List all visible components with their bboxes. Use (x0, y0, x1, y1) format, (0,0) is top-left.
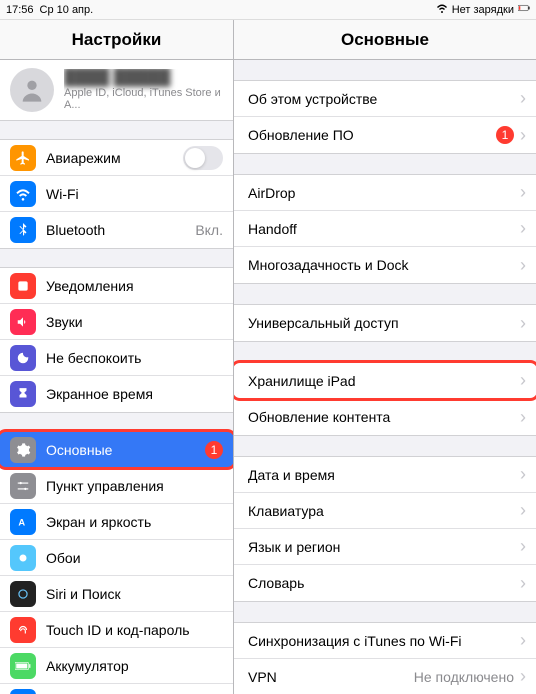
chevron-right-icon: › (520, 182, 526, 203)
datetime-row[interactable]: Дата и время› (234, 457, 536, 493)
battery-status: Нет зарядки (452, 4, 514, 16)
airplane-row[interactable]: Авиарежим (0, 140, 233, 176)
detail-pane: Основные Об этом устройстве› Обновление … (234, 20, 536, 694)
bluetooth-row[interactable]: Bluetooth Вкл. (0, 212, 233, 248)
status-bar: 17:56 Ср 10 апр. Нет зарядки (0, 0, 536, 20)
hourglass-icon (10, 381, 36, 407)
sidebar-header: Настройки (0, 20, 233, 60)
chevron-right-icon: › (520, 407, 526, 428)
sounds-icon (10, 309, 36, 335)
chevron-right-icon: › (520, 666, 526, 687)
hand-icon (10, 689, 36, 694)
svg-text:A: A (18, 517, 25, 527)
dictionary-row[interactable]: Словарь› (234, 565, 536, 601)
background-refresh-row[interactable]: Обновление контента› (234, 399, 536, 435)
status-date: Ср 10 апр. (40, 4, 94, 16)
sidebar: Настройки ████ █████ Apple ID, iCloud, i… (0, 20, 234, 694)
about-row[interactable]: Об этом устройстве› (234, 81, 536, 117)
gear-icon (10, 437, 36, 463)
software-update-row[interactable]: Обновление ПО1› (234, 117, 536, 153)
airdrop-row[interactable]: AirDrop› (234, 175, 536, 211)
display-icon: A (10, 509, 36, 535)
siri-row[interactable]: Siri и Поиск (0, 576, 233, 612)
chevron-right-icon: › (520, 630, 526, 651)
wifi-icon (10, 181, 36, 207)
airplane-toggle[interactable] (183, 146, 223, 170)
avatar-icon (10, 68, 54, 112)
screentime-row[interactable]: Экранное время (0, 376, 233, 412)
airplane-icon (10, 145, 36, 171)
chevron-right-icon: › (520, 500, 526, 521)
profile-name: ████ █████ (64, 69, 223, 87)
notifications-icon (10, 273, 36, 299)
battery-icon (518, 2, 530, 17)
keyboard-row[interactable]: Клавиатура› (234, 493, 536, 529)
chevron-right-icon: › (520, 218, 526, 239)
siri-icon (10, 581, 36, 607)
chevron-right-icon: › (520, 125, 526, 146)
handoff-row[interactable]: Handoff› (234, 211, 536, 247)
dnd-row[interactable]: Не беспокоить (0, 340, 233, 376)
wifi-icon (436, 2, 448, 17)
sliders-icon (10, 473, 36, 499)
detail-header: Основные (234, 20, 536, 60)
moon-icon (10, 345, 36, 371)
itunes-wifi-sync-row[interactable]: Синхронизация с iTunes по Wi-Fi› (234, 623, 536, 659)
chevron-right-icon: › (520, 313, 526, 334)
control-center-row[interactable]: Пункт управления (0, 468, 233, 504)
battery-row[interactable]: Аккумулятор (0, 648, 233, 684)
display-row[interactable]: A Экран и яркость (0, 504, 233, 540)
chevron-right-icon: › (520, 573, 526, 594)
chevron-right-icon: › (520, 464, 526, 485)
profile-sub: Apple ID, iCloud, iTunes Store и A... (64, 87, 223, 111)
ipad-storage-row[interactable]: Хранилище iPad› (234, 363, 536, 399)
general-badge: 1 (205, 441, 223, 459)
privacy-row[interactable]: Конфиденциальность (0, 684, 233, 694)
fingerprint-icon (10, 617, 36, 643)
chevron-right-icon: › (520, 88, 526, 109)
bluetooth-icon (10, 217, 36, 243)
general-row[interactable]: Основные 1 (0, 432, 233, 468)
wallpaper-row[interactable]: Обои (0, 540, 233, 576)
apple-id-row[interactable]: ████ █████ Apple ID, iCloud, iTunes Stor… (0, 60, 233, 120)
vpn-row[interactable]: VPNНе подключено› (234, 659, 536, 694)
wallpaper-icon (10, 545, 36, 571)
wifi-row[interactable]: Wi-Fi (0, 176, 233, 212)
multitask-row[interactable]: Многозадачность и Dock› (234, 247, 536, 283)
battery-icon (10, 653, 36, 679)
status-time: 17:56 (6, 4, 34, 16)
update-badge: 1 (496, 126, 514, 144)
notifications-row[interactable]: Уведомления (0, 268, 233, 304)
sounds-row[interactable]: Звуки (0, 304, 233, 340)
chevron-right-icon: › (520, 255, 526, 276)
chevron-right-icon: › (520, 536, 526, 557)
chevron-right-icon: › (520, 370, 526, 391)
accessibility-row[interactable]: Универсальный доступ› (234, 305, 536, 341)
language-row[interactable]: Язык и регион› (234, 529, 536, 565)
touchid-row[interactable]: Touch ID и код-пароль (0, 612, 233, 648)
